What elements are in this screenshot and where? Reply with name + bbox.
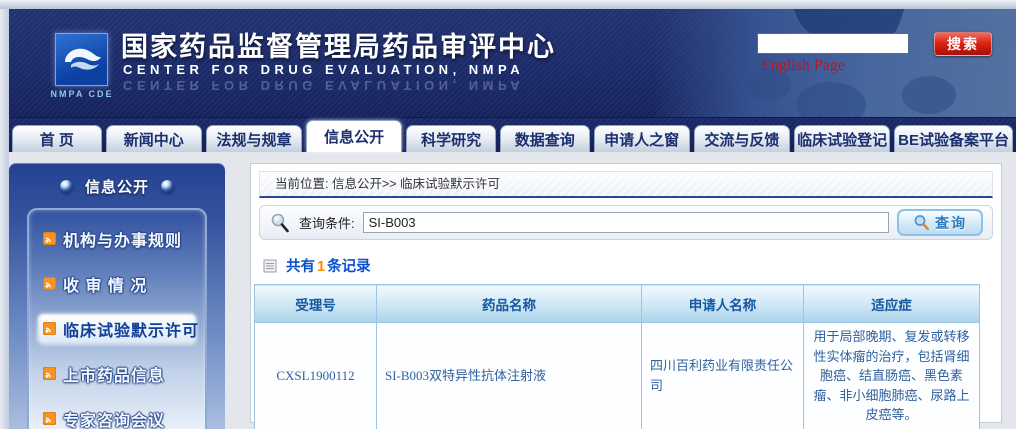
tab-regulations[interactable]: 法规与规章	[206, 125, 302, 152]
content-panel: 当前位置: 信息公开>> 临床试验默示许可 查询条件: 查询 共有1条记录	[250, 163, 1002, 423]
rss-icon	[43, 412, 56, 425]
query-condition-label: 查询条件:	[299, 213, 355, 232]
rss-icon	[43, 367, 56, 380]
records-summary: 共有1条记录	[263, 255, 991, 276]
sidebar-item-agency-rules[interactable]: 机构与办事规则	[29, 216, 205, 261]
records-count: 1	[317, 259, 325, 275]
sidebar-item-expert-consultation[interactable]: 专家咨询会议	[29, 396, 205, 429]
cell-drug-name: SI-B003双特异性抗体注射液	[377, 323, 642, 429]
records-text: 共有1条记录	[286, 255, 371, 276]
site-header: NMPA CDE 国家药品监督管理局药品审评中心 CENTER FOR DRUG…	[9, 9, 1016, 118]
tab-information-disclosure[interactable]: 信息公开	[306, 120, 402, 152]
query-bar: 查询条件: 查询	[259, 205, 993, 240]
sidebar-header-label: 信息公开	[85, 176, 149, 197]
table-header-row: 受理号 药品名称 申请人名称 适应症	[255, 285, 980, 323]
tab-news-center[interactable]: 新闻中心	[106, 125, 202, 152]
main-navigation: 首 页 新闻中心 法规与规章 信息公开 科学研究 数据查询 申请人之窗 交流与反…	[9, 118, 1016, 152]
sidebar-header: 信息公开	[9, 176, 225, 197]
header-search-button[interactable]: 搜索	[934, 32, 992, 56]
sidebar-menu-panel: 机构与办事规则 收 审 情 况 临床试验默示许可	[27, 208, 207, 429]
sphere-icon	[161, 180, 174, 193]
tab-home[interactable]: 首 页	[12, 125, 102, 152]
sidebar-item-marketed-drug-info[interactable]: 上市药品信息	[29, 351, 205, 396]
cell-indication: 用于局部晚期、复发或转移性实体瘤的治疗，包括肾细胞癌、结直肠癌、黑色素瘤、非小细…	[804, 323, 980, 429]
logo-caption: NMPA CDE	[41, 89, 123, 99]
tab-communication-feedback[interactable]: 交流与反馈	[694, 125, 790, 152]
col-acceptance-number: 受理号	[255, 285, 377, 323]
results-table: 受理号 药品名称 申请人名称 适应症 CXSL1900112 SI-B003双特…	[254, 284, 980, 429]
tab-be-trial-platform[interactable]: BE试验备案平台	[894, 125, 1013, 152]
col-indication: 适应症	[804, 285, 980, 323]
pill-shape	[796, 82, 866, 118]
site-subtitle-reflection: CENTER FOR DRUG EVALUATION, NMPA	[123, 78, 524, 93]
tab-clinical-trial-registration[interactable]: 临床试验登记	[794, 125, 890, 152]
header-search-input[interactable]	[757, 33, 909, 54]
site-subtitle-en: CENTER FOR DRUG EVALUATION, NMPA	[123, 62, 524, 77]
rss-icon	[43, 277, 56, 290]
query-condition-input[interactable]	[363, 212, 889, 233]
tab-scientific-research[interactable]: 科学研究	[406, 125, 496, 152]
sidebar-information-disclosure: 信息公开 机构与办事规则 收 审 情 况	[9, 163, 225, 429]
query-button[interactable]: 查询	[897, 209, 983, 236]
table-row: CXSL1900112 SI-B003双特异性抗体注射液 四川百利药业有限责任公…	[255, 323, 980, 429]
query-button-label: 查询	[935, 213, 967, 233]
rss-icon	[43, 232, 56, 245]
cde-logo[interactable]	[55, 33, 108, 86]
magnifier-icon	[269, 212, 291, 234]
sphere-icon	[60, 180, 73, 193]
pill-shape	[902, 76, 956, 114]
rss-icon	[43, 322, 56, 335]
cell-applicant-name: 四川百利药业有限责任公司	[642, 323, 804, 429]
sidebar-item-acceptance-review[interactable]: 收 审 情 况	[29, 261, 205, 306]
col-applicant-name: 申请人名称	[642, 285, 804, 323]
sidebar-item-clinical-trial-implied-license[interactable]: 临床试验默示许可	[29, 306, 205, 351]
site-title: 国家药品监督管理局药品审评中心	[121, 25, 556, 64]
english-page-link[interactable]: English Page	[761, 57, 845, 75]
swan-icon	[61, 44, 103, 76]
list-icon	[263, 259, 277, 273]
breadcrumb: 当前位置: 信息公开>> 临床试验默示许可	[259, 171, 993, 198]
col-drug-name: 药品名称	[377, 285, 642, 323]
tab-data-query[interactable]: 数据查询	[500, 125, 590, 152]
cell-acceptance-number: CXSL1900112	[255, 323, 377, 429]
tab-applicant-window[interactable]: 申请人之窗	[594, 125, 690, 152]
magnifier-icon	[913, 214, 930, 231]
window-frame-top	[0, 0, 1016, 9]
window-frame-left	[0, 9, 9, 429]
